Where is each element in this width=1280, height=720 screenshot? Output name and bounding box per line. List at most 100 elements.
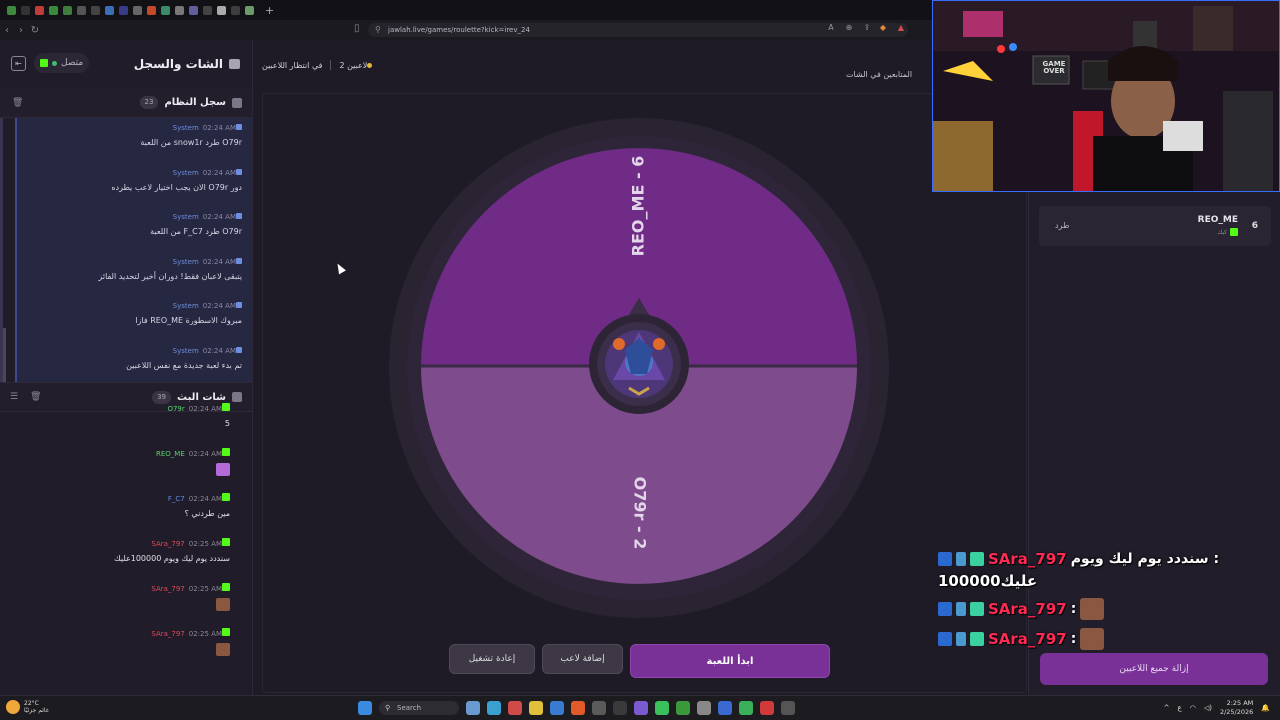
log-meta: System 02:24 AM	[17, 122, 242, 134]
chat-username[interactable]: REO_ME	[156, 450, 185, 458]
scrollbar[interactable]	[3, 328, 6, 382]
browser-tab-icon[interactable]	[245, 5, 254, 15]
chat-message: SAra_797 02:25 AM	[0, 582, 252, 627]
obs-icon[interactable]	[781, 701, 795, 715]
taskbar-search[interactable]: Search	[379, 701, 459, 715]
log-meta: System 02:24 AM	[17, 345, 242, 357]
bookmark-icon[interactable]: ▯	[354, 23, 360, 34]
chat-username[interactable]: SAra_797	[151, 540, 184, 548]
chrome-icon[interactable]	[760, 701, 774, 715]
browser-tab-icon[interactable]	[49, 5, 58, 15]
chat-meta: SAra_797 02:25 AM	[0, 627, 230, 641]
clear-chat-trash-icon[interactable]: 🗑	[30, 392, 41, 402]
chat-bubble-icon	[229, 59, 240, 69]
game-status-bar: في انتظار اللاعبين 2 لاعبين	[262, 60, 375, 70]
tray-chevron-icon[interactable]: ^	[1164, 704, 1170, 712]
browser-tab-icon[interactable]	[189, 5, 198, 15]
windows-start-icon[interactable]	[358, 701, 372, 715]
browser-tab-icon[interactable]	[231, 5, 240, 15]
brave-icon[interactable]	[571, 701, 585, 715]
forward-icon[interactable]: ›	[14, 25, 28, 36]
language-indicator[interactable]: ع	[1178, 704, 1182, 712]
clock-date: 2/25/2026	[1219, 708, 1254, 716]
system-log-count: 23	[139, 96, 159, 109]
edge-icon[interactable]	[487, 701, 501, 715]
kick-logo-icon	[40, 59, 48, 67]
chat-username[interactable]: SAra_797	[151, 630, 184, 638]
whatsapp-icon[interactable]	[655, 701, 669, 715]
overlay-chat-line: SAra_797:	[938, 598, 1228, 620]
chat-username[interactable]: F_C7	[168, 495, 185, 503]
system-icon	[236, 168, 242, 175]
terminal-icon	[232, 97, 242, 108]
chat-meta: F_C7 02:24 AM	[0, 492, 230, 506]
reload-icon[interactable]: ↻	[28, 25, 42, 36]
kick-app-icon[interactable]	[739, 701, 753, 715]
add-player-button[interactable]: إضافة لاعب	[542, 644, 623, 674]
task-view-icon[interactable]	[466, 701, 480, 715]
clock[interactable]: 2:25 AM 2/25/2026	[1220, 699, 1253, 717]
weather-widget[interactable]: 22°C غائم جزئيًا	[6, 700, 49, 714]
browser-tab-icon[interactable]	[203, 5, 212, 15]
store-icon[interactable]	[550, 701, 564, 715]
log-text: تم بدء لعبة جديدة مع نفس اللاعبين	[126, 360, 242, 370]
roulette-wheel[interactable]: REO_ME - 6 O79r - 2	[389, 118, 889, 618]
kick-badge-icon	[222, 538, 230, 546]
collapse-sidebar-icon[interactable]: ⇤	[11, 56, 26, 71]
chat-username[interactable]: O79r	[167, 405, 184, 413]
folder-icon[interactable]	[529, 701, 543, 715]
log-text: O79r طرد snow1r من اللعبة	[140, 138, 242, 147]
discord-icon[interactable]	[634, 701, 648, 715]
system-icon	[236, 302, 242, 308]
system-log-item: System 02:24 AM O79r طرد F_C7 من اللعبة	[15, 207, 252, 252]
chat-username[interactable]: SAra_797	[151, 585, 184, 593]
start-game-button[interactable]: ابدأ اللعبة	[630, 644, 830, 678]
capcut-icon[interactable]	[613, 701, 627, 715]
browser-tab-icon[interactable]	[217, 5, 226, 15]
browser-tab-icon[interactable]	[7, 5, 16, 15]
browser-tab-icon[interactable]	[119, 5, 128, 15]
steam-icon[interactable]	[718, 701, 732, 715]
brave-rewards-icon[interactable]: ▲	[896, 23, 906, 33]
translate-icon[interactable]: A	[826, 23, 836, 33]
restart-button[interactable]: إعادة تشغيل	[449, 644, 535, 674]
notification-bell-icon[interactable]: 🔔	[1261, 704, 1270, 712]
taskbar-apps: Search	[358, 701, 795, 715]
log-meta: System 02:24 AM	[17, 211, 242, 223]
browser-tab-icon[interactable]	[35, 5, 44, 15]
browser-tab-icon[interactable]	[91, 5, 100, 15]
settings-icon[interactable]	[697, 701, 711, 715]
chat-time: 02:24 AM	[188, 405, 222, 413]
browser-tab-icon[interactable]	[175, 5, 184, 15]
new-tab-button[interactable]: +	[265, 5, 274, 16]
browser-tab-icon[interactable]	[77, 5, 86, 15]
clear-log-trash-icon[interactable]: 🗑	[12, 98, 23, 108]
stream-chat-list[interactable]: O79r 02:24 AM 5 REO_ME 02:24 AM F_C7 02:24 AM م…	[0, 402, 252, 664]
browser-tab-icon[interactable]	[63, 5, 72, 15]
chat-message: F_C7 02:24 AM مين طردني ؟	[0, 492, 252, 537]
chat-time: 02:25 AM	[188, 540, 222, 548]
system-log-list[interactable]: System 02:24 AM O79r طرد snow1r من اللعبة S…	[0, 118, 252, 382]
browser-tab-icon[interactable]	[21, 5, 30, 15]
app-icon[interactable]	[592, 701, 606, 715]
filter-icon[interactable]: ☰	[10, 392, 18, 402]
zoom-icon[interactable]: ⊕	[844, 23, 854, 33]
system-icon	[236, 257, 242, 264]
wifi-icon[interactable]: ◠	[1190, 704, 1196, 712]
browser-tab-icon[interactable]	[105, 5, 114, 15]
youtube-icon[interactable]	[508, 701, 522, 715]
share-icon[interactable]: ⇪	[862, 23, 872, 33]
sword-badge-icon	[956, 552, 966, 566]
stream-chat-title: شات البث	[177, 391, 226, 403]
xbox-icon[interactable]	[676, 701, 690, 715]
back-icon[interactable]: ‹	[0, 25, 14, 36]
browser-tab-icon[interactable]	[147, 5, 156, 15]
browser-tab-icon[interactable]	[161, 5, 170, 15]
brave-shield-icon[interactable]: ◆	[878, 23, 888, 33]
volume-icon[interactable]: ◁)	[1204, 704, 1212, 712]
sidebar-header: ⇤ متصل الشات والسجل	[0, 40, 252, 88]
browser-tab-icon[interactable]	[133, 5, 142, 15]
kick-player-button[interactable]: طرد	[1055, 221, 1069, 230]
webcam-feed	[933, 1, 1279, 191]
chat-time: 02:25 AM	[188, 630, 222, 638]
